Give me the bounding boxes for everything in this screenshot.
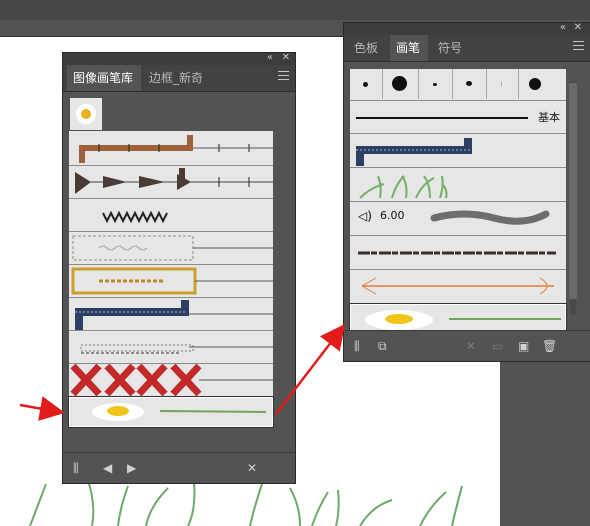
brushes-list: 基本 ◁) 6.00 (349, 69, 567, 336)
list-item[interactable] (69, 199, 273, 232)
previous-library-icon[interactable]: ◀ (103, 461, 112, 475)
gold-chain-border-swatch (71, 267, 273, 295)
brush-library-icon[interactable]: ⫼ (73, 461, 79, 475)
list-item[interactable] (350, 134, 566, 168)
list-item-selected[interactable] (68, 396, 274, 428)
remove-brush-stroke-icon[interactable]: ✕ (466, 339, 476, 353)
left-panel-footer: ⫼ ◀ ▶ ✕ (63, 452, 295, 483)
list-item[interactable] (350, 236, 566, 270)
brush-library-icon[interactable]: ⫼ (354, 339, 360, 353)
list-item[interactable] (350, 270, 566, 304)
scrollbar[interactable] (568, 71, 578, 333)
brush-library-list (68, 97, 274, 428)
libraries-panel-icon[interactable]: ⧉ (378, 339, 387, 353)
list-item[interactable] (69, 232, 273, 265)
metal-arrow-border-swatch (75, 168, 273, 194)
calligraphic-brush-swatch[interactable] (518, 69, 552, 99)
tab-swatches[interactable]: 色板 (348, 35, 386, 61)
close-icon[interactable]: ✕ (574, 22, 582, 34)
tool-icon[interactable]: ✕ (247, 461, 257, 475)
list-item[interactable] (350, 168, 566, 202)
tab-brushes[interactable]: 画笔 (390, 35, 428, 61)
right-tab-bar: 色板 画笔 符号 (344, 35, 590, 62)
denim-border-swatch (356, 138, 472, 166)
basic-label: 基本 (538, 111, 560, 124)
denim-border-swatch (75, 300, 273, 330)
chain-border-swatch (79, 135, 273, 163)
next-library-icon[interactable]: ▶ (127, 461, 136, 475)
left-tab-bar: 图像画笔库 边框_新奇 (63, 65, 295, 92)
arrow-brush-swatch (361, 277, 554, 295)
list-item[interactable] (69, 298, 273, 331)
panel-header: « ✕ (344, 22, 590, 35)
tab-image-brush-library[interactable]: 图像画笔库 (67, 65, 141, 91)
list-item[interactable] (69, 133, 273, 166)
list-item[interactable] (69, 166, 273, 199)
tab-border-novelty[interactable]: 边框_新奇 (143, 65, 213, 91)
list-item[interactable]: ◁) 6.00 (350, 202, 566, 236)
collapse-icon[interactable]: « (267, 52, 273, 64)
grass-brush-swatch (359, 175, 448, 199)
lace-border-swatch (72, 235, 273, 261)
red-x-border-swatch (70, 363, 273, 397)
brushes-panel: « ✕ 色板 画笔 符号 基本 ◁) 6.00 ⫼ ⧉ ✕ ▭ ▣ 🗑 (343, 22, 590, 362)
right-panel-footer: ⫼ ⧉ ✕ ▭ ▣ 🗑 (344, 330, 590, 361)
close-icon[interactable]: ✕ (282, 52, 290, 64)
scrollbar-thumb[interactable] (569, 83, 577, 299)
bristle-brush-swatch (430, 210, 550, 225)
panel-header: « ✕ (63, 52, 295, 65)
daisy-brush-swatch (92, 403, 267, 421)
calligraphic-brush-swatch[interactable] (350, 69, 383, 99)
brush-options-icon[interactable]: ▭ (492, 339, 503, 353)
basic-stroke-line (356, 117, 528, 119)
image-brush-library-panel: « ✕ 图像画笔库 边框_新奇 ⫼ ◀ ▶ ✕ (62, 52, 296, 484)
list-item[interactable] (69, 331, 273, 364)
calligraphic-brush-swatch[interactable] (382, 69, 419, 99)
tab-symbols[interactable]: 符号 (432, 35, 470, 61)
app-top-bar (0, 0, 590, 20)
list-item[interactable] (69, 265, 273, 298)
list-item[interactable]: 基本 (350, 102, 566, 134)
charcoal-brush-swatch (358, 251, 556, 255)
panel-menu-icon[interactable] (573, 41, 584, 53)
stitch-border-swatch (80, 344, 273, 354)
calligraphic-brush-swatch[interactable] (486, 69, 519, 99)
list-item[interactable] (350, 69, 566, 101)
calligraphic-brush-swatch[interactable] (452, 69, 487, 99)
list-item[interactable] (69, 97, 273, 131)
new-brush-icon[interactable]: ▣ (518, 339, 529, 353)
calligraphic-brush-swatch[interactable] (418, 69, 453, 99)
delete-brush-icon[interactable]: 🗑 (542, 339, 557, 353)
collapse-icon[interactable]: « (560, 22, 566, 34)
panel-menu-icon[interactable] (278, 71, 289, 83)
spring-border-swatch (102, 210, 168, 224)
list-item[interactable] (69, 363, 273, 397)
daisy-thumbnail-icon (70, 98, 102, 130)
